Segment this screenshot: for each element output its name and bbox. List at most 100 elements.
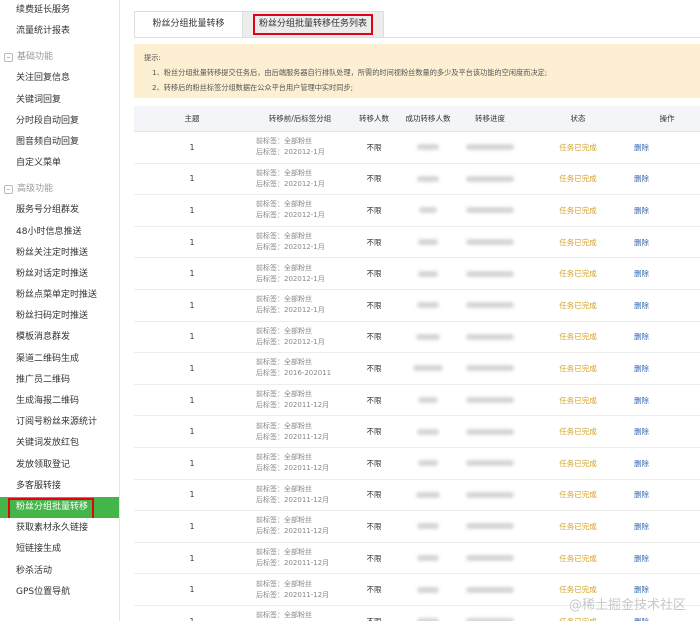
redacted-value: [466, 460, 514, 467]
sidebar-item-15[interactable]: 推广员二维码: [0, 370, 119, 391]
cell-tag-after: 后标签：202011-12月: [256, 401, 330, 410]
sidebar-item-7[interactable]: 服务号分组群发: [0, 200, 119, 221]
cell-theme: 1: [189, 427, 195, 437]
cell-count: 不限: [366, 205, 382, 215]
delete-link[interactable]: 删除: [634, 416, 700, 447]
main-panel: 粉丝分组批量转移 粉丝分组批量转移任务列表 提示: 1、粉丝分组批量转移提交任务…: [134, 0, 700, 621]
sidebar-item-25[interactable]: GPS位置导航: [0, 582, 119, 603]
cell-count: 不限: [366, 521, 382, 531]
sidebar-item-21[interactable]: 粉丝分组批量转移: [0, 496, 119, 519]
delete-link[interactable]: 删除: [634, 164, 700, 195]
sidebar-item-22[interactable]: 获取素材永久链接: [0, 518, 119, 539]
delete-link[interactable]: 删除: [634, 543, 700, 574]
cell-progress: [458, 353, 522, 384]
sidebar-item-1[interactable]: 流量统计报表: [0, 21, 119, 42]
sidebar-item-12[interactable]: 粉丝扫码定时推送: [0, 306, 119, 327]
task-table: 主题 转移前/后标签分组 转移人数 成功转移人数 转移进度 状态 操作 1 前标签…: [134, 106, 700, 621]
cell-success: [398, 164, 458, 195]
cell-theme: 1: [189, 521, 195, 531]
delete-link[interactable]: 删除: [634, 227, 700, 258]
delete-link[interactable]: 删除: [634, 385, 700, 416]
header-status: 状态: [570, 114, 586, 123]
delete-link[interactable]: 删除: [634, 258, 700, 289]
sidebar-section-basic: 基础功能: [0, 46, 119, 68]
cell-success: [398, 258, 458, 289]
redacted-value: [413, 365, 443, 372]
sidebar-item-13[interactable]: 模板消息群发: [0, 327, 119, 348]
cell-tag-after: 后标签：202012-1月: [256, 211, 325, 220]
table-row: 1 前标签：全部粉丝 后标签：202011-12月 不限 任务已完成 删除: [134, 511, 700, 543]
sidebar-item-6[interactable]: 自定义菜单: [0, 153, 119, 174]
cell-tag-after: 后标签：202012-1月: [256, 337, 325, 346]
sidebar-item-24[interactable]: 秒杀活动: [0, 561, 119, 582]
cell-tags: 前标签：全部粉丝 后标签：202011-12月: [250, 416, 350, 447]
redacted-value: [466, 144, 514, 151]
cell-tag-before: 前标签：全部粉丝: [256, 200, 312, 209]
delete-link[interactable]: 删除: [634, 480, 700, 511]
redacted-value: [416, 333, 440, 340]
cell-theme: 1: [189, 300, 195, 310]
cell-success: [398, 574, 458, 605]
delete-link[interactable]: 删除: [634, 511, 700, 542]
tab-transfer-task-list[interactable]: 粉丝分组批量转移任务列表: [242, 11, 384, 38]
delete-link[interactable]: 删除: [634, 290, 700, 321]
cell-success: [398, 606, 458, 621]
table-row: 1 前标签：全部粉丝 后标签：202011-12月 不限 任务已完成 删除: [134, 416, 700, 448]
cell-count: 不限: [366, 490, 382, 500]
notice-line-1: 1、粉丝分组批量转移提交任务后，由后端服务器自行排队处理，所需的时间视粉丝数量的…: [152, 68, 548, 77]
app-root: 续费延长服务 流量统计报表 基础功能 关注回复信息 关键词回复 分时段自动回复 图音频自动回…: [0, 0, 700, 621]
sidebar-item-0[interactable]: 续费延长服务: [0, 0, 119, 21]
cell-progress: [458, 132, 522, 163]
cell-progress: [458, 606, 522, 621]
cell-tag-after: 后标签：202011-12月: [256, 527, 330, 536]
delete-link[interactable]: 删除: [634, 322, 700, 353]
table-row: 1 前标签：全部粉丝 后标签：202011-12月 不限 任务已完成 删除: [134, 480, 700, 512]
cell-tags: 前标签：全部粉丝 后标签：202011-12月: [250, 385, 350, 416]
cell-progress: [458, 164, 522, 195]
redacted-value: [466, 428, 514, 435]
sidebar-item-14[interactable]: 渠道二维码生成: [0, 349, 119, 370]
sidebar-item-10[interactable]: 粉丝对话定时推送: [0, 264, 119, 285]
cell-tag-before: 前标签：全部粉丝: [256, 137, 312, 146]
cell-tag-before: 前标签：全部粉丝: [256, 516, 312, 525]
redacted-value: [418, 397, 438, 404]
cell-count: 不限: [350, 606, 398, 621]
cell-success: [398, 480, 458, 511]
sidebar-item-5[interactable]: 图音频自动回复: [0, 132, 119, 153]
delete-link[interactable]: 删除: [634, 353, 700, 384]
sidebar-item-4[interactable]: 分时段自动回复: [0, 111, 119, 132]
sidebar-item-2[interactable]: 关注回复信息: [0, 68, 119, 89]
cell-theme: 1: [189, 585, 195, 595]
cell-progress: [458, 227, 522, 258]
sidebar-item-11[interactable]: 粉丝点菜单定时推送: [0, 285, 119, 306]
table-row: 1 前标签：全部粉丝 后标签：202012-1月 不限 任务已完成 删除: [134, 227, 700, 259]
cell-progress: [458, 448, 522, 479]
sidebar: 续费延长服务 流量统计报表 基础功能 关注回复信息 关键词回复 分时段自动回复 图音频自动回…: [0, 0, 120, 621]
sidebar-item-19[interactable]: 发放领取登记: [0, 455, 119, 476]
cell-theme: 1: [134, 606, 250, 621]
sidebar-item-23[interactable]: 短链接生成: [0, 539, 119, 560]
delete-link[interactable]: 删除: [634, 132, 700, 163]
delete-link[interactable]: 删除: [634, 195, 700, 226]
sidebar-item-17[interactable]: 订阅号粉丝来源统计: [0, 412, 119, 433]
tab-batch-transfer[interactable]: 粉丝分组批量转移: [134, 11, 242, 38]
sidebar-item-3[interactable]: 关键词回复: [0, 90, 119, 111]
sidebar-item-20[interactable]: 多客服转接: [0, 476, 119, 497]
cell-status: 任务已完成: [559, 332, 597, 342]
table-row: 1 前标签：全部粉丝 后标签：202011-12月 不限 任务已完成 删除: [134, 543, 700, 575]
cell-tag-before: 前标签：全部粉丝: [256, 295, 312, 304]
cell-progress: [458, 574, 522, 605]
cell-success: [398, 195, 458, 226]
cell-tags: 前标签：全部粉丝 后标签：202012-1月: [250, 164, 350, 195]
sidebar-item-9[interactable]: 粉丝关注定时推送: [0, 243, 119, 264]
cell-tag-after: 后标签：202012-1月: [256, 306, 325, 315]
cell-status: 任务已完成: [559, 427, 597, 437]
cell-tags: 前标签：全部粉丝后标签：202011-12月: [250, 511, 350, 542]
sidebar-item-16[interactable]: 生成海报二维码: [0, 391, 119, 412]
cell-status: 任务已完成: [559, 237, 597, 247]
cell-tags: 前标签：全部粉丝 后标签：2016-202011: [250, 353, 350, 384]
cell-status: 任务已完成: [559, 269, 597, 279]
sidebar-item-8[interactable]: 48小时信息推送: [0, 222, 119, 243]
delete-link[interactable]: 删除: [634, 448, 700, 479]
sidebar-item-18[interactable]: 关键词发放红包: [0, 433, 119, 454]
